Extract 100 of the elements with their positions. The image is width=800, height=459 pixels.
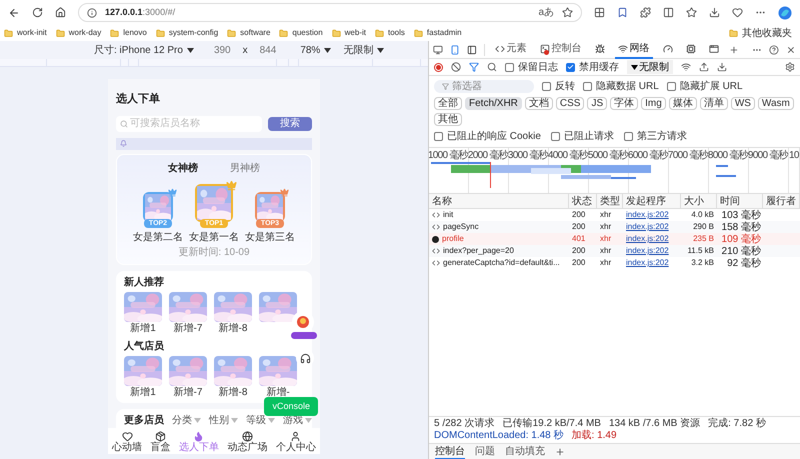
favorites-icon[interactable] (686, 7, 697, 18)
search-field[interactable]: 可搜索店员名称 (116, 116, 262, 132)
bookmark-item[interactable]: tools (375, 27, 405, 39)
type-filter-chip[interactable]: 媒体 (668, 97, 697, 110)
clear-icon[interactable] (451, 62, 461, 72)
device-select[interactable]: 尺寸: iPhone 12 Pro (94, 42, 194, 58)
bookmark-item[interactable]: lenovo (110, 27, 147, 39)
initiator-link[interactable]: index.js:202 (623, 209, 681, 221)
other-bookmarks[interactable]: 其他收藏夹 (729, 26, 796, 40)
checkbox[interactable] (505, 62, 514, 72)
filter-field[interactable]: 筛选器 (434, 80, 534, 93)
width-value[interactable]: 390 (214, 42, 231, 58)
drawer-tab[interactable]: 控制台 (435, 444, 465, 459)
ranking-tab[interactable]: 男神榜 (230, 160, 260, 176)
nav-tab[interactable]: 选人下单 (178, 431, 219, 454)
nav-tab[interactable]: 盲盒 (150, 431, 171, 454)
network-conditions-icon[interactable] (681, 62, 691, 72)
checkbox[interactable] (542, 82, 551, 91)
reload-icon[interactable] (32, 7, 43, 18)
type-filter-chip[interactable]: 其他 (434, 113, 462, 126)
close-icon[interactable] (786, 44, 796, 54)
request-row[interactable]: pageSync 200 xhr index.js:202 290 B 158 毫秒 (429, 221, 800, 233)
help-icon[interactable] (769, 44, 780, 54)
throttle-select[interactable]: 无限制 (343, 42, 384, 58)
caret-icon (324, 48, 332, 52)
drawer-tab[interactable]: 自动填充 (505, 444, 545, 459)
filter-dropdown[interactable]: 性别 (209, 412, 238, 428)
device-toggle-icon[interactable] (450, 44, 460, 54)
checkbox[interactable] (566, 62, 575, 72)
dock-icon[interactable] (466, 44, 477, 54)
bookmark-item[interactable]: software (227, 27, 270, 39)
assistant-logo-icon[interactable] (778, 6, 792, 20)
bookmark-item[interactable]: web-it (332, 27, 366, 39)
download-icon[interactable] (717, 62, 727, 72)
bookmark-item[interactable]: work-day (56, 27, 102, 39)
zoom-select[interactable]: 78% (300, 42, 332, 58)
type-filter-chip[interactable]: CSS (556, 97, 584, 110)
puzzle-icon[interactable] (640, 7, 651, 18)
devtools-tab[interactable]: 控制台 (536, 41, 585, 58)
home-icon[interactable] (55, 7, 66, 18)
record-button[interactable] (434, 62, 443, 72)
nav-tab[interactable]: 个人中心 (276, 431, 316, 454)
checkbox[interactable] (583, 82, 592, 91)
ranking-tab[interactable]: 女神榜 (168, 160, 198, 176)
bookmark-icon[interactable] (617, 7, 628, 18)
height-value[interactable]: 844 (260, 42, 276, 58)
table-cell-text: 290 B (692, 221, 715, 233)
inspect-icon[interactable] (433, 44, 443, 54)
request-row[interactable]: profile 401 xhr index.js:202 235 B 109 毫秒 (429, 233, 800, 245)
info-icon[interactable] (87, 8, 97, 18)
settings-icon[interactable] (785, 62, 795, 72)
initiator-link[interactable]: index.js:202 (623, 245, 681, 257)
type-filter-chip[interactable]: WS (730, 97, 755, 110)
bookmark-item[interactable]: fastadmin (414, 27, 462, 39)
type-filter-chip[interactable]: 字体 (610, 97, 638, 110)
promo-badge[interactable] (291, 332, 317, 339)
grid-icon[interactable] (594, 7, 605, 18)
checkbox[interactable] (624, 132, 633, 141)
filter-dropdown[interactable]: 分类 (172, 412, 201, 428)
search-icon[interactable] (487, 62, 497, 72)
star-icon[interactable] (562, 7, 573, 18)
checkbox[interactable] (434, 132, 443, 141)
bookmark-item[interactable]: question (279, 27, 323, 39)
checkbox[interactable] (550, 132, 560, 141)
table-cell-text: 4.0 kB (690, 209, 715, 221)
type-filter-chip[interactable]: Fetch/XHR (465, 97, 522, 110)
download-icon[interactable] (709, 7, 720, 18)
initiator-link[interactable]: index.js:202 (623, 257, 681, 269)
type-filter-chip[interactable]: 全部 (434, 97, 462, 110)
checkbox[interactable] (666, 82, 676, 91)
type-filter-chip[interactable]: 清单 (700, 97, 728, 110)
address-bar[interactable]: 127.0.0.1:3000/#/ aあ (78, 3, 582, 22)
add-tab-icon[interactable] (728, 44, 738, 54)
error-icon (432, 236, 439, 242)
folder-icon (56, 28, 65, 38)
bookmark-item[interactable]: system-config (156, 27, 218, 39)
filter-icon[interactable] (469, 62, 479, 72)
request-row[interactable]: index?per_page=20 200 xhr index.js:202 11.5 kB 210 毫秒 (429, 245, 800, 257)
back-icon[interactable] (8, 6, 20, 18)
table-cell-text: 109 毫秒 (720, 234, 762, 244)
read-aloud-icon[interactable]: aあ (538, 5, 554, 20)
add-tab-icon[interactable] (555, 446, 565, 456)
initiator-link[interactable]: index.js:202 (623, 221, 681, 233)
search-button[interactable]: 搜索 (268, 116, 312, 130)
table-cell-text: xhr (599, 209, 612, 221)
type-filter-chip[interactable]: JS (587, 97, 608, 110)
nav-tab[interactable]: 动态广场 (227, 431, 268, 454)
bookmark-item[interactable]: work-init (4, 27, 47, 39)
upload-icon[interactable] (699, 62, 709, 72)
nav-tab[interactable]: 心动墙 (112, 431, 142, 454)
type-filter-chip[interactable]: Wasm (758, 97, 794, 110)
heart-icon[interactable] (732, 7, 743, 18)
initiator-link[interactable]: index.js:202 (623, 233, 681, 245)
throttle-select[interactable]: 无限制 (627, 60, 673, 74)
split-icon[interactable] (663, 7, 674, 18)
type-filter-chip[interactable]: 文档 (524, 97, 553, 110)
devtools-tab[interactable]: 元素 (492, 41, 530, 58)
type-filter-chip[interactable]: Img (641, 97, 666, 110)
drawer-tab[interactable]: 问题 (475, 444, 495, 459)
crown-icon (168, 188, 177, 196)
